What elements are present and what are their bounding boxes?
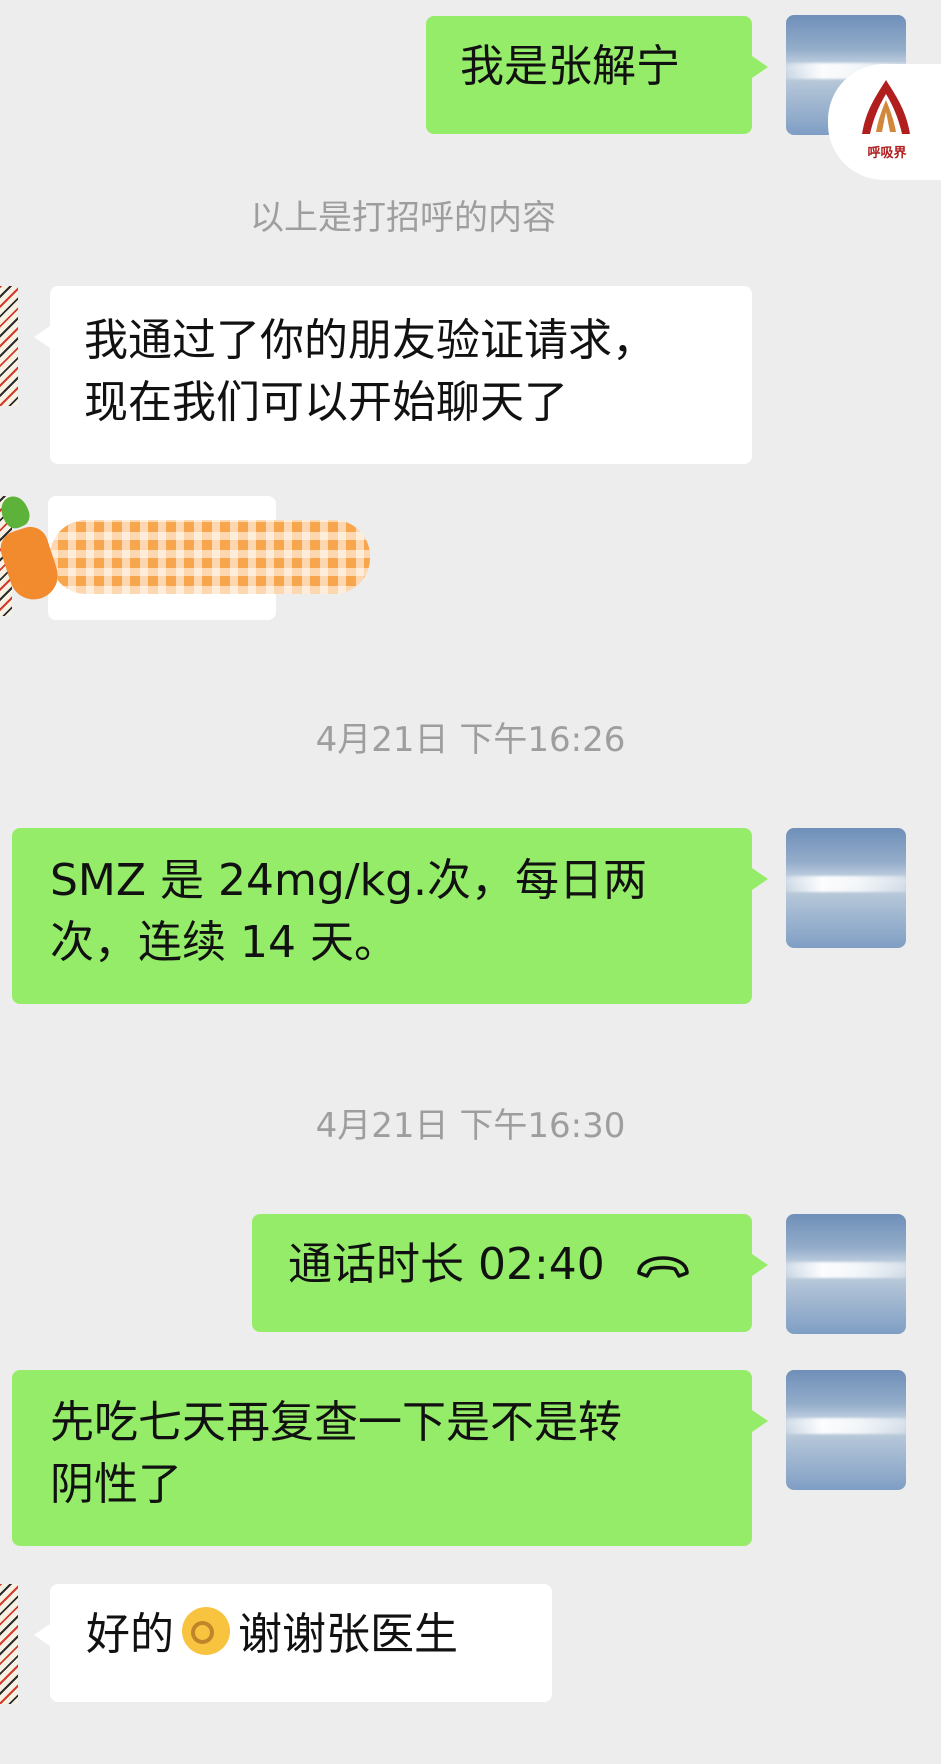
message-bubble-incoming[interactable]: 好的 谢谢张医生 — [34, 1584, 552, 1702]
logo-text: 呼吸界 — [867, 146, 907, 161]
message-text-line: 现在我们可以开始聊天了 — [84, 377, 568, 428]
message-bubble-outgoing[interactable]: SMZ 是 24mg/kg.次，每日两 次，连续 14 天。 — [12, 828, 768, 1004]
message-bubble-incoming[interactable]: 我通过了你的朋友验证请求， 现在我们可以开始聊天了 — [34, 286, 752, 464]
greeting-note: 以上是打招呼的内容 — [0, 190, 806, 239]
message-text-line: 次，连续 14 天。 — [50, 917, 398, 968]
avatar-self[interactable] — [786, 1370, 906, 1490]
call-record-bubble[interactable]: 通话时长 02:40 — [252, 1214, 768, 1332]
message-bubble-outgoing[interactable]: 我是张解宁 — [426, 16, 768, 134]
message-text: 好的 — [86, 1609, 174, 1660]
sticker-message[interactable] — [0, 492, 380, 620]
avatar-cloud-streak — [786, 1418, 906, 1434]
plaid-sticker-image — [50, 520, 370, 594]
message-text-line: SMZ 是 24mg/kg.次，每日两 — [50, 855, 648, 906]
app-logo: 呼吸界 — [828, 64, 941, 180]
timestamp-text: 4月21日 下午16:26 — [315, 720, 626, 760]
message-text: 我是张解宁 — [460, 41, 680, 92]
avatar-contact[interactable] — [0, 286, 18, 406]
message-text-line: 阴性了 — [50, 1459, 182, 1510]
avatar-self[interactable] — [786, 828, 906, 948]
avatar-self[interactable] — [786, 1214, 906, 1334]
avatar-cloud-streak — [786, 876, 906, 892]
message-text-line: 先吃七天再复查一下是不是转 — [50, 1397, 622, 1448]
call-duration-text: 通话时长 02:40 — [288, 1239, 605, 1290]
message-text-line: 我通过了你的朋友验证请求， — [84, 315, 656, 366]
timestamp-text: 4月21日 下午16:30 — [315, 1106, 626, 1146]
breath-circle-logo-icon — [862, 80, 910, 134]
phone-handset-icon — [637, 1256, 689, 1278]
ok-hand-emoji-icon — [182, 1607, 230, 1655]
message-bubble-outgoing[interactable]: 先吃七天再复查一下是不是转 阴性了 — [12, 1370, 768, 1546]
avatar-cloud-streak — [786, 1262, 906, 1278]
avatar-contact[interactable] — [0, 1584, 18, 1704]
greeting-note-text: 以上是打招呼的内容 — [250, 198, 556, 238]
timestamp: 4月21日 下午16:26 — [0, 712, 941, 761]
timestamp: 4月21日 下午16:30 — [0, 1098, 941, 1147]
message-text: 谢谢张医生 — [238, 1609, 458, 1660]
